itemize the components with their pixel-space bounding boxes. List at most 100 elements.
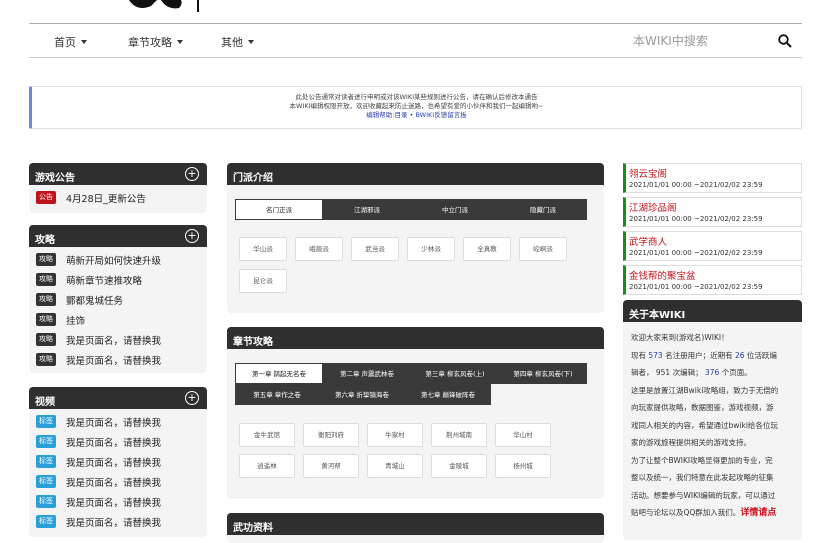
sect-chip[interactable]: 全真教 [463, 237, 511, 261]
event-title[interactable]: 武学商人 [629, 234, 667, 248]
announce-header: 游戏公告 + [29, 163, 207, 185]
list-item-text: 我是页面名，请替换我 [66, 518, 162, 529]
guide-tag: 攻略 [36, 293, 56, 306]
event-title[interactable]: 江湖珍品阁 [629, 200, 677, 214]
list-item[interactable]: 标签 我是页面名，请替换我 [29, 472, 207, 492]
nav-chapter-label: 章节攻略 [128, 36, 172, 49]
search-icon[interactable] [778, 34, 792, 48]
list-item[interactable]: 标签 我是页面名，请替换我 [29, 432, 207, 452]
stats-text: 辑者， [631, 368, 656, 377]
chapter-chip[interactable]: 青城山 [367, 454, 423, 478]
chapters-title: 章节攻略 [233, 337, 273, 348]
tab-chapter-2[interactable]: 第二章 声震武林卷 [323, 363, 411, 384]
list-item[interactable]: 攻略 萌新开局如何快速升级 [29, 250, 207, 270]
sect-chip[interactable]: 崆峒派 [519, 237, 567, 261]
announce-title: 游戏公告 [35, 173, 75, 184]
martial-arts-panel: 武功资料 [227, 513, 604, 543]
about-stats-line: 辑者， 951 次编辑； 376 个页面。 [631, 364, 794, 382]
event-card[interactable]: 江湖珍品阁 2021/01/01 00:00 ~2021/02/02 23:59 [623, 197, 802, 227]
chapter-tabs-row-1: 第一章 鹊起无名卷 第二章 声震武林卷 第三章 柳玄风卷(上) 第四章 柳玄风卷… [235, 363, 587, 384]
stats-text: 次编辑； [670, 368, 705, 377]
chapter-chip[interactable]: 扬州城 [495, 454, 551, 478]
list-item[interactable]: 攻略 挂饰 [29, 310, 207, 330]
chapter-chip[interactable]: 荆州城南 [431, 423, 487, 447]
notice-links: 编辑帮助:目录 • BWIKI反馈留言板 [32, 111, 801, 120]
list-item[interactable]: 标签 我是页面名，请替换我 [29, 492, 207, 512]
chapter-tabs-row-2: 第五章 章作之卷 第六章 折挚镇海卷 第七章 巅锋破阵卷 [235, 384, 491, 405]
tab-chapter-4[interactable]: 第四章 柳玄风卷(下) [499, 363, 587, 384]
tab-chapter-1[interactable]: 第一章 鹊起无名卷 [235, 363, 323, 384]
list-item[interactable]: 攻略 我是页面名，请替换我 [29, 350, 207, 370]
help-link[interactable]: 编辑帮助:目录 [366, 111, 407, 119]
chapter-chip[interactable]: 牛家村 [367, 423, 423, 447]
about-body: 欢迎大家来到(游戏名)WIKI！ 现有 573 名注册用户；近期有 26 位活跃… [623, 322, 802, 530]
tab-sect-0[interactable]: 名门正派 [235, 199, 323, 220]
plus-icon[interactable]: + [185, 391, 199, 405]
stats-text: 位活跃编 [744, 350, 777, 360]
site-logo[interactable] [127, 0, 207, 14]
active-editor-count[interactable]: 26 [735, 351, 745, 360]
nav-other[interactable]: 其他 [221, 34, 254, 50]
list-item-text: 挂饰 [66, 316, 86, 327]
sect-chip[interactable]: 少林派 [407, 237, 455, 261]
list-item[interactable]: 标签 我是页面名，请替换我 [29, 512, 207, 532]
martial-arts-header: 武功资料 [227, 513, 604, 535]
feedback-link[interactable]: BWIKI反馈留言板 [415, 111, 466, 119]
list-item[interactable]: 攻略 酆都鬼城任务 [29, 290, 207, 310]
event-card[interactable]: 武学商人 2021/01/01 00:00 ~2021/02/02 23:59 [623, 231, 802, 261]
tab-chapter-7[interactable]: 第七章 巅锋破阵卷 [405, 384, 491, 405]
chapter-chip[interactable]: 黄河帮 [303, 454, 359, 478]
notice-line-1: 此处公告通常对读者进行申明或对该WIKI某些规则进行公告，请在确认后修改本通告 [295, 93, 538, 101]
guide-tag: 攻略 [36, 313, 56, 326]
videos-panel: 视频 + 标签 我是页面名，请替换我 标签 我是页面名，请替换我 标签 我是页面名，请替… [29, 387, 207, 537]
details-link[interactable]: 详情请点 [740, 508, 776, 518]
tab-sect-3[interactable]: 隐藏门派 [499, 199, 587, 220]
about-title: 关于本WIKI [629, 310, 686, 321]
event-card[interactable]: 翎云宝阁 2021/01/01 00:00 ~2021/02/02 23:59 [623, 163, 802, 193]
tab-sect-2[interactable]: 中立门派 [411, 199, 499, 220]
nav-other-label: 其他 [221, 36, 243, 49]
tab-chapter-3[interactable]: 第三章 柳玄风卷(上) [411, 363, 499, 384]
sects-tabs: 名门正派 江湖邪派 中立门派 隐藏门派 [235, 199, 587, 220]
tab-sect-1[interactable]: 江湖邪派 [323, 199, 411, 220]
chapter-chip[interactable]: 衡阳刘府 [303, 423, 359, 447]
chapter-chip[interactable]: 金牛武馆 [239, 423, 295, 447]
tab-chapter-6[interactable]: 第六章 折挚镇海卷 [319, 384, 405, 405]
chapter-chip[interactable]: 金陵城 [431, 454, 487, 478]
chapter-chip[interactable]: 华山村 [495, 423, 551, 447]
list-item[interactable]: 标签 我是页面名，请替换我 [29, 412, 207, 432]
list-item[interactable]: 标签 我是页面名，请替换我 [29, 452, 207, 472]
sect-chip[interactable]: 华山派 [239, 237, 287, 261]
list-item[interactable]: 攻略 萌新章节速推攻略 [29, 270, 207, 290]
list-item[interactable]: 攻略 我是页面名，请替换我 [29, 330, 207, 350]
guides-panel: 攻略 + 攻略 萌新开局如何快速升级 攻略 萌新章节速推攻略 攻略 酆都鬼城任务 攻略挂… [29, 225, 207, 373]
page-count[interactable]: 376 [705, 368, 719, 377]
nav-chapter-guides[interactable]: 章节攻略 [128, 34, 183, 50]
nav-home[interactable]: 首页 [54, 34, 87, 50]
list-item-text: 我是页面名，请替换我 [66, 336, 162, 347]
sect-chip[interactable]: 武当派 [351, 237, 399, 261]
sect-chip[interactable]: 昆仑派 [239, 269, 287, 293]
plus-icon[interactable]: + [185, 167, 199, 181]
event-card[interactable]: 金钱帮的聚宝盆 2021/01/01 00:00 ~2021/02/02 23:5… [623, 265, 802, 295]
guide-tag: 攻略 [36, 253, 56, 266]
search-input[interactable] [633, 34, 763, 48]
nav-home-label: 首页 [54, 36, 76, 49]
list-item-text: 我是页面名，请替换我 [66, 438, 162, 449]
event-title[interactable]: 翎云宝阁 [629, 166, 667, 180]
stats-text: 个页面。 [719, 368, 752, 377]
list-item[interactable]: 公告 4月28日_更新公告 [29, 188, 207, 208]
video-tag: 标签 [36, 435, 56, 448]
guide-tag: 攻略 [36, 333, 56, 346]
user-count[interactable]: 573 [648, 351, 662, 360]
tab-chapter-5[interactable]: 第五章 章作之卷 [235, 384, 319, 405]
event-title[interactable]: 金钱帮的聚宝盆 [629, 268, 696, 282]
chapter-chip[interactable]: 逍遥林 [239, 454, 295, 478]
sects-panel: 门派介绍 名门正派 江湖邪派 中立门派 隐藏门派 华山派 峨眉派 武当派 少林派… [227, 163, 604, 313]
about-line: 整以及统一，我们特意在此发起攻略的征集 [631, 473, 774, 482]
page: 首页 章节攻略 其他 此处公告通常对读者进行申明或对该WIKI某些规则进行公告，… [29, 0, 802, 543]
plus-icon[interactable]: + [185, 229, 199, 243]
video-tag: 标签 [36, 495, 56, 508]
announce-tag: 公告 [36, 191, 56, 204]
sect-chip[interactable]: 峨眉派 [295, 237, 343, 261]
